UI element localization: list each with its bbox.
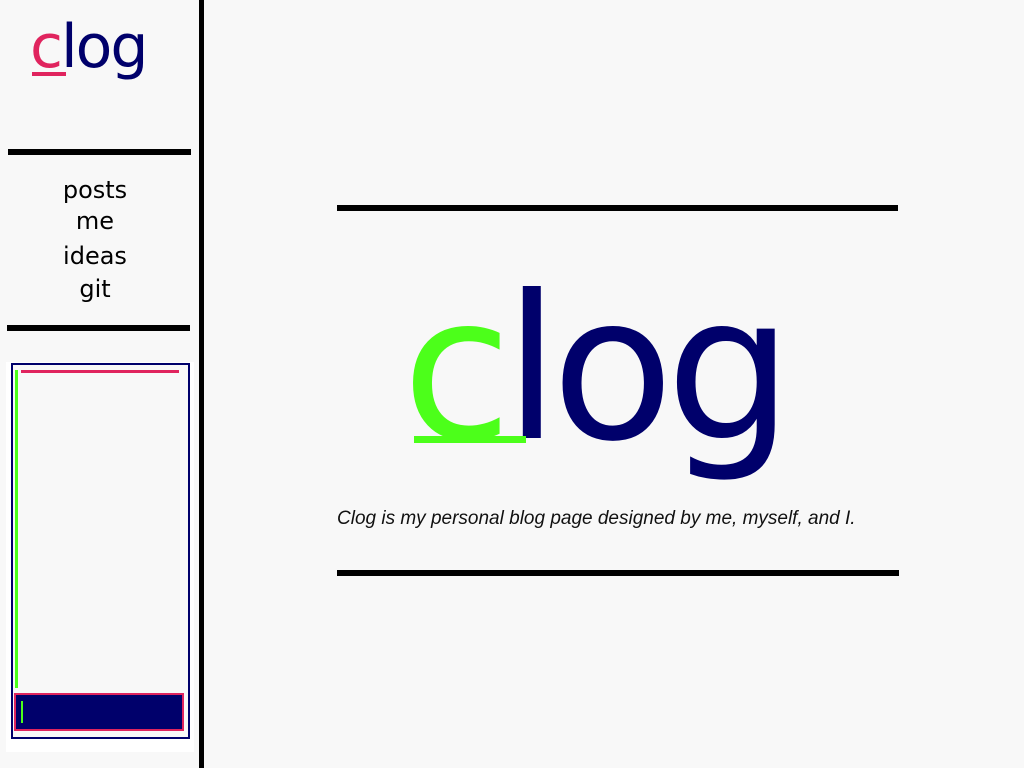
sidebar-divider-top [8, 149, 191, 155]
widget-input-field[interactable] [14, 693, 184, 731]
nav-link-me[interactable]: me [0, 205, 190, 238]
sidebar-widget [11, 363, 190, 739]
nav-link-posts[interactable]: posts [0, 174, 190, 207]
logo-rest: log [61, 12, 148, 82]
text-caret [21, 701, 23, 723]
tagline: Clog is my personal blog page designed b… [337, 508, 856, 529]
hero-logo-underline [414, 436, 526, 443]
hero-logo-first-letter: c [402, 253, 512, 486]
sidebar-divider-bottom [7, 325, 190, 331]
sidebar-nav: posts me ideas git [0, 174, 190, 306]
logo-underline [32, 72, 66, 76]
main-divider-bottom [337, 570, 899, 576]
main-divider-top [337, 205, 898, 211]
nav-link-ideas[interactable]: ideas [0, 240, 190, 273]
widget-accent-line-side [15, 370, 18, 688]
widget-accent-line-top [21, 370, 179, 373]
sidebar: clog posts me ideas git [0, 0, 199, 768]
nav-link-git[interactable]: git [0, 273, 190, 306]
page: clog posts me ideas git clog Clog is my … [0, 0, 1024, 768]
hero-logo-rest: log [503, 253, 793, 486]
sidebar-border [199, 0, 204, 768]
hero-logo: clog [402, 250, 793, 490]
